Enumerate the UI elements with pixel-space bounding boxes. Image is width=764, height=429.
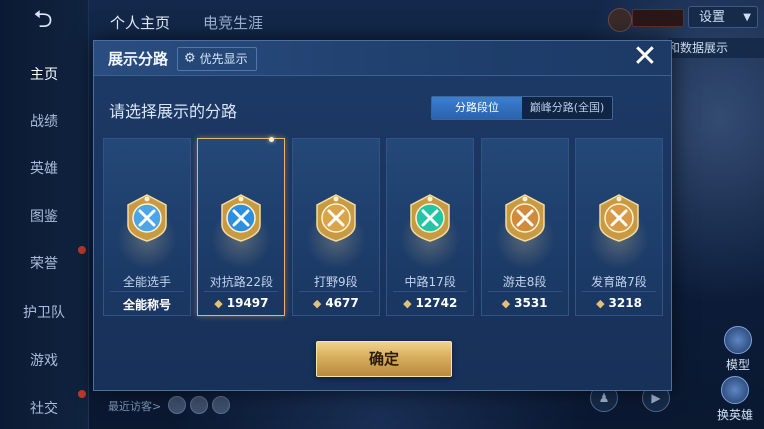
card-divider <box>204 291 279 292</box>
lane-score-value: 3531 <box>514 296 548 310</box>
swap-hero-icon <box>721 376 749 404</box>
model-icon <box>724 326 752 354</box>
tab-profile[interactable]: 个人主页 <box>110 12 170 33</box>
lane-display-modal: 展示分路 ⚙ 优先显示 ✕ 请选择展示的分路 分路段位 巅峰分路(全国) 全能选… <box>93 40 672 391</box>
lane-name: 打野9段 <box>313 275 358 289</box>
modal-title: 展示分路 <box>108 50 169 68</box>
data-show-button[interactable]: 和数据展示 <box>668 38 764 58</box>
lane-score-value: 3218 <box>608 296 642 310</box>
live-badge[interactable] <box>632 9 684 27</box>
rank-point-icon: ◆ <box>501 296 511 310</box>
lane-score: 全能称号 <box>104 296 190 313</box>
lane-score-value: 4677 <box>325 296 359 310</box>
nav-item-records[interactable]: 战绩 <box>0 111 88 131</box>
lane-name: 游走8段 <box>502 275 547 289</box>
lane-name: 对抗路22段 <box>209 275 274 289</box>
lane-name: 全能选手 <box>122 275 171 289</box>
change-hero-label: 换英雄 <box>716 408 753 422</box>
gear-icon: ⚙ <box>184 51 196 66</box>
rank-point-icon: ◆ <box>403 296 412 310</box>
lane-name: 中路17段 <box>404 275 456 289</box>
nav-item-codex[interactable]: 图鉴 <box>0 206 88 226</box>
lane-score: ◆ 19497 <box>198 296 284 310</box>
lane-prompt: 请选择展示的分路 <box>109 102 238 121</box>
visitor-avatar[interactable] <box>212 396 230 414</box>
lane-emblem-icon <box>127 194 167 242</box>
lane-card-all-round[interactable]: 全能选手 全能称号 <box>103 138 191 316</box>
lane-card-jungle[interactable]: 打野9段 ◆ 4677 <box>291 138 380 316</box>
lane-card-mid[interactable]: 中路17段 ◆ 12742 <box>386 138 475 316</box>
lane-score-value: 12742 <box>415 296 458 310</box>
rank-point-icon: ◆ <box>214 296 223 310</box>
lane-emblem-icon <box>221 194 262 242</box>
priority-display-button[interactable]: ⚙ 优先显示 <box>177 47 257 71</box>
settings-label: 设置 <box>699 10 726 25</box>
modal-header: 展示分路 ⚙ 优先显示 ✕ <box>94 41 671 76</box>
card-divider <box>582 291 656 292</box>
card-divider <box>110 291 184 292</box>
left-nav: ⮌ 主页 战绩 英雄 图鉴 荣誉 护卫队 游戏 社交 <box>0 0 89 429</box>
settings-dropdown[interactable]: 设置 ▼ <box>688 6 758 28</box>
nav-item-heroes[interactable]: 英雄 <box>0 158 88 178</box>
card-divider <box>393 291 468 292</box>
lane-name: 发育路7段 <box>591 275 647 289</box>
nav-item-home[interactable]: 主页 <box>0 64 88 84</box>
lane-score-value: 19497 <box>226 296 269 310</box>
lane-score: ◆ 4677 <box>293 296 379 310</box>
lane-score: ◆ 3218 <box>576 296 662 310</box>
confirm-button[interactable]: 确定 <box>316 341 452 377</box>
lane-score: ◆ 12742 <box>387 296 473 310</box>
lane-emblem-icon <box>504 194 545 242</box>
nav-item-games[interactable]: 游戏 <box>0 350 88 370</box>
close-icon[interactable]: ✕ <box>630 42 660 73</box>
avatar[interactable] <box>608 8 632 32</box>
lane-score-value: 全能称号 <box>122 298 171 312</box>
model-button[interactable]: 模型 <box>716 326 760 373</box>
tab-esports[interactable]: 电竞生涯 <box>203 12 263 33</box>
recent-visitors-link[interactable]: 最近访客> <box>108 398 161 414</box>
nav-item-guard[interactable]: 护卫队 <box>0 302 88 322</box>
nav-item-honors[interactable]: 荣誉 <box>0 253 88 273</box>
lane-mode-toggle: 分路段位 巅峰分路(全国) <box>431 96 613 120</box>
lane-card-clash[interactable]: 对抗路22段 ◆ 19497 <box>197 137 286 316</box>
selected-spark <box>269 137 275 142</box>
visitor-avatar[interactable] <box>168 396 186 414</box>
notification-dot <box>78 390 86 398</box>
nav-item-social[interactable]: 社交 <box>0 398 88 418</box>
visitor-avatar[interactable] <box>190 396 208 414</box>
lane-emblem-icon <box>316 194 356 242</box>
back-icon[interactable]: ⮌ <box>22 7 64 31</box>
lane-emblem-icon <box>599 194 639 242</box>
lane-card-farm[interactable]: 发育路7段 ◆ 3218 <box>575 138 663 316</box>
tab-peak-lane[interactable]: 巅峰分路(全国) <box>522 97 612 119</box>
card-divider <box>487 291 562 292</box>
lane-score: ◆ 3531 <box>482 296 568 310</box>
chevron-down-icon: ▼ <box>743 12 751 23</box>
lane-card-list: 全能选手 全能称号 对抗路22段 ◆ 19497 打野9段 ◆ 4677 中路17段 ◆ 12742… <box>103 137 663 316</box>
model-label: 模型 <box>725 358 750 372</box>
card-divider <box>298 291 373 292</box>
rank-point-icon: ◆ <box>312 296 322 310</box>
tab-lane-rank[interactable]: 分路段位 <box>432 97 522 119</box>
lane-emblem-icon <box>410 194 450 242</box>
rank-point-icon: ◆ <box>596 296 605 310</box>
change-hero-button[interactable]: 换英雄 <box>713 376 757 423</box>
lane-card-roam[interactable]: 游走8段 ◆ 3531 <box>480 138 569 316</box>
priority-label: 优先显示 <box>199 52 248 66</box>
